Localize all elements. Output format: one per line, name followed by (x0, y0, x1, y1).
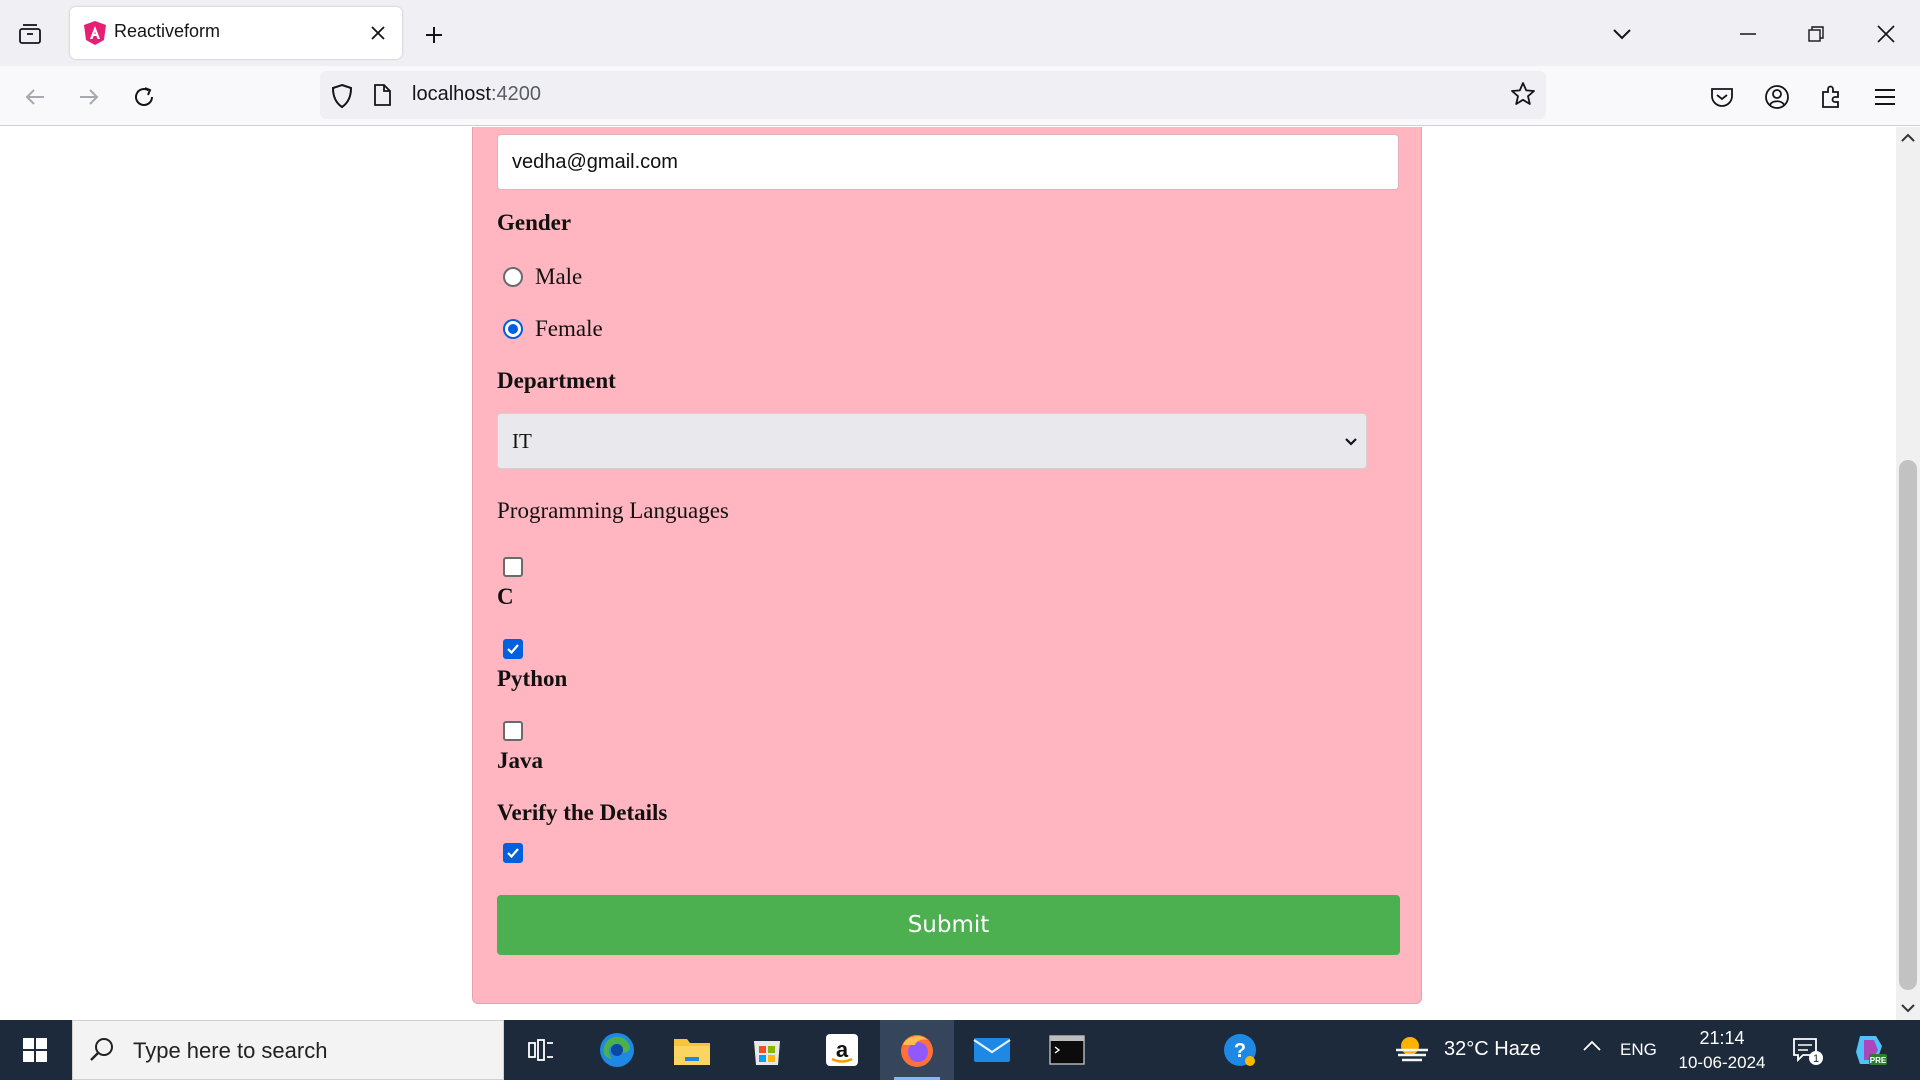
weather-text[interactable]: 32°C Haze (1444, 1038, 1541, 1061)
bookmark-star-icon[interactable] (1510, 81, 1536, 111)
checkbox-java[interactable] (503, 721, 523, 741)
page-content: Gender Male Female Department IT Program… (0, 127, 1896, 1020)
language-label-java: Java (497, 748, 543, 773)
help-icon[interactable]: ? (1203, 1020, 1277, 1080)
reload-icon[interactable] (127, 80, 161, 114)
email-field[interactable] (497, 134, 1399, 190)
shield-icon[interactable] (330, 83, 354, 113)
verify-details-label: Verify the Details (497, 800, 668, 825)
chevron-up-icon[interactable] (1582, 1038, 1602, 1057)
close-window-icon[interactable] (1866, 14, 1906, 54)
checkbox-verify-details[interactable] (503, 843, 523, 863)
windows-taskbar: Type here to search a ? 32°C Haze ENG 21… (0, 1020, 1920, 1080)
search-icon (89, 1037, 115, 1067)
input-language[interactable]: ENG (1620, 1040, 1657, 1060)
clock-time: 21:14 (1699, 1028, 1745, 1048)
url-text[interactable]: localhost:4200 (412, 83, 541, 106)
file-explorer-icon[interactable] (655, 1020, 729, 1080)
submit-button[interactable]: Submit (497, 895, 1400, 955)
gender-label: Gender (497, 210, 572, 235)
language-label-c: C (497, 584, 514, 609)
close-tab-icon[interactable] (362, 17, 394, 49)
svg-text:a: a (836, 1037, 849, 1062)
checkbox-c[interactable] (503, 557, 523, 577)
browser-tab[interactable]: Reactiveform (70, 7, 402, 59)
scroll-down-icon[interactable] (1900, 999, 1916, 1018)
svg-text:?: ? (1234, 1040, 1246, 1062)
restore-window-icon[interactable] (1796, 14, 1836, 54)
browser-nav-bar: localhost:4200 (0, 66, 1920, 126)
weather-haze-icon[interactable] (1392, 1032, 1432, 1072)
scrollbar-thumb[interactable] (1899, 460, 1917, 990)
menu-icon[interactable] (1868, 80, 1902, 114)
taskbar-clock[interactable]: 21:14 10-06-2024 (1672, 1026, 1772, 1076)
url-port: :4200 (490, 83, 541, 105)
scroll-up-icon[interactable] (1900, 129, 1916, 148)
department-selected-value: IT (512, 429, 532, 453)
notifications-icon[interactable]: 1 (1792, 1036, 1824, 1070)
firefox-icon[interactable] (880, 1020, 954, 1080)
microsoft-store-icon[interactable] (730, 1020, 804, 1080)
account-icon[interactable] (1760, 80, 1794, 114)
language-label-python: Python (497, 666, 568, 691)
notification-count: 1 (1813, 1053, 1819, 1065)
checkmark-icon (507, 644, 519, 655)
copilot-icon[interactable]: PRE (1852, 1032, 1888, 1072)
male-radio[interactable] (503, 267, 523, 287)
svg-text:PRE: PRE (1870, 1056, 1887, 1065)
edge-browser-icon[interactable] (580, 1020, 654, 1080)
task-view-icon[interactable] (504, 1020, 578, 1080)
tab-list-icon[interactable] (14, 18, 46, 50)
taskbar-search-box[interactable]: Type here to search (72, 1020, 504, 1080)
programming-languages-label: Programming Languages (497, 498, 729, 523)
search-placeholder: Type here to search (133, 1038, 328, 1063)
tab-title: Reactiveform (114, 21, 221, 41)
windows-start-icon[interactable] (0, 1020, 70, 1080)
forward-arrow-icon[interactable] (72, 80, 106, 114)
mail-icon[interactable] (955, 1020, 1029, 1080)
address-bar[interactable]: localhost:4200 (320, 71, 1546, 119)
gender-option-female[interactable]: Female (503, 316, 603, 342)
page-scrollbar[interactable] (1896, 127, 1920, 1020)
chevron-down-icon[interactable] (1604, 16, 1640, 52)
page-info-icon[interactable] (372, 84, 392, 110)
pocket-icon[interactable] (1705, 80, 1739, 114)
browser-tab-bar: Reactiveform (0, 0, 1920, 66)
registration-form: Gender Male Female Department IT Program… (472, 127, 1422, 1004)
department-label: Department (497, 368, 616, 393)
female-label: Female (535, 316, 603, 341)
back-arrow-icon[interactable] (18, 80, 52, 114)
department-select[interactable]: IT (497, 413, 1367, 469)
checkmark-icon (507, 848, 519, 859)
chevron-down-icon (1344, 432, 1358, 451)
clock-date: 10-06-2024 (1678, 1053, 1766, 1072)
gender-option-male[interactable]: Male (503, 264, 582, 290)
new-tab-icon[interactable] (416, 17, 452, 53)
amazon-icon[interactable]: a (805, 1020, 879, 1080)
extensions-icon[interactable] (1814, 80, 1848, 114)
female-radio[interactable] (503, 319, 523, 339)
male-label: Male (535, 264, 583, 289)
url-host: localhost (412, 83, 491, 105)
angular-favicon-icon (82, 20, 108, 46)
checkbox-python[interactable] (503, 639, 523, 659)
terminal-icon[interactable] (1030, 1020, 1104, 1080)
minimize-window-icon[interactable] (1728, 14, 1768, 54)
